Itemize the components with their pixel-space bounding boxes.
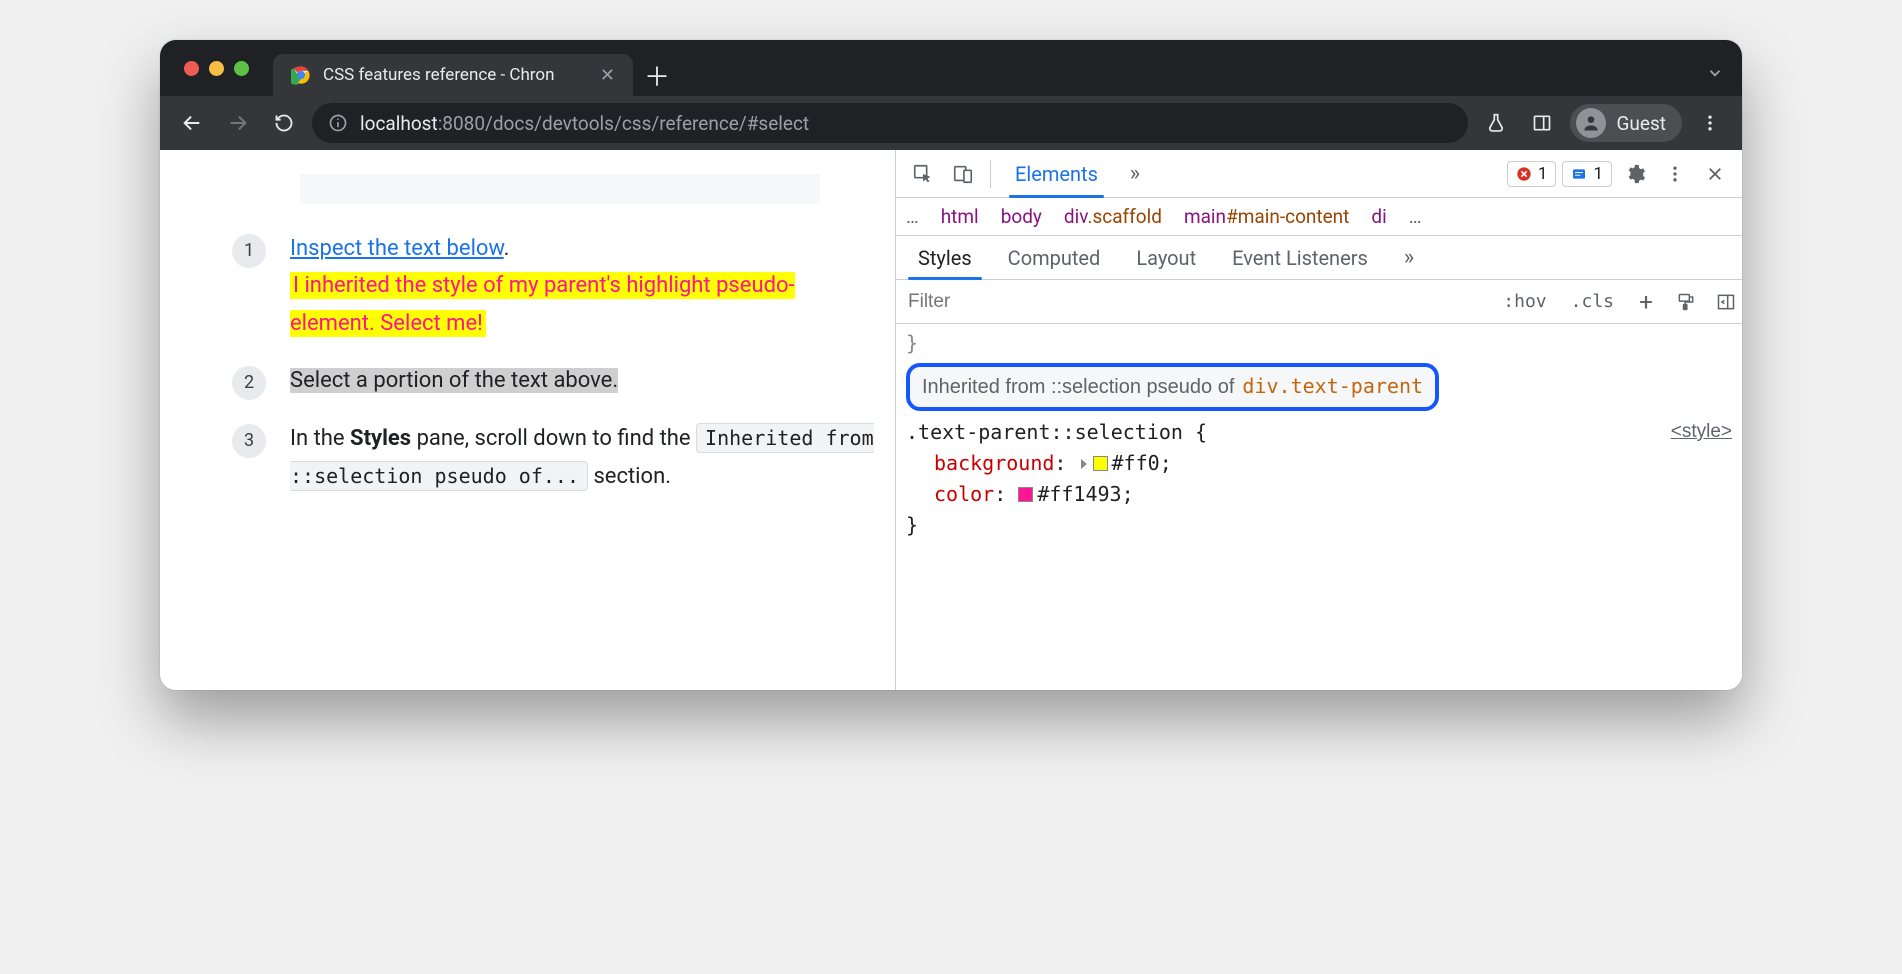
new-tab-button[interactable]: ＋ xyxy=(639,57,675,93)
step-number: 2 xyxy=(232,366,266,400)
styles-pane: } Inherited from ::selection pseudo of d… xyxy=(896,324,1742,690)
chrome-favicon-icon xyxy=(291,65,311,85)
declaration[interactable]: background: #ff0; xyxy=(906,448,1732,479)
property-value: #ff0 xyxy=(1112,451,1160,475)
devtools-menu-icon[interactable] xyxy=(1658,157,1692,191)
styles-subtabs: Styles Computed Layout Event Listeners » xyxy=(896,236,1742,280)
color-swatch[interactable] xyxy=(1018,487,1033,502)
source-link[interactable]: <style> xyxy=(1671,417,1732,446)
reload-button[interactable] xyxy=(266,105,302,141)
list-item: 2 Select a portion of the text above. xyxy=(232,362,877,400)
settings-icon[interactable] xyxy=(1618,157,1652,191)
toggle-sidebar-icon[interactable] xyxy=(1710,286,1742,318)
more-subtabs-icon[interactable]: » xyxy=(1388,236,1430,280)
info-count: 1 xyxy=(1593,164,1603,184)
device-toggle-icon[interactable] xyxy=(946,157,980,191)
step-body: Inspect the text below. I inherited the … xyxy=(290,230,877,342)
declaration[interactable]: color: #ff1493; xyxy=(906,479,1732,510)
browser-tab[interactable]: CSS features reference - Chron ✕ xyxy=(273,54,633,96)
rule-selector[interactable]: .text-parent::selection { xyxy=(906,417,1732,448)
subtab-computed[interactable]: Computed xyxy=(992,236,1117,280)
error-icon xyxy=(1516,166,1532,182)
highlighted-text[interactable]: I inherited the style of my parent's hig… xyxy=(290,272,795,336)
filter-input[interactable] xyxy=(908,291,1487,313)
browser-menu-icon[interactable] xyxy=(1692,105,1728,141)
breadcrumb-ellipsis[interactable]: … xyxy=(1409,205,1422,228)
color-swatch[interactable] xyxy=(1093,456,1108,471)
breadcrumb-ellipsis[interactable]: … xyxy=(906,205,919,228)
breadcrumb-item[interactable]: html xyxy=(941,205,979,228)
info-icon xyxy=(1571,166,1587,182)
avatar-icon xyxy=(1576,108,1606,138)
tabs-chevron-icon[interactable] xyxy=(1706,64,1724,82)
info-badge[interactable]: 1 xyxy=(1562,161,1612,187)
content-box xyxy=(300,174,820,204)
step-number: 3 xyxy=(232,424,266,458)
forward-button[interactable] xyxy=(220,105,256,141)
more-tabs-icon[interactable]: » xyxy=(1118,157,1152,191)
breadcrumb-item[interactable]: body xyxy=(1001,205,1042,228)
inherited-from-header[interactable]: Inherited from ::selection pseudo of div… xyxy=(906,363,1439,411)
list-item: 3 In the Styles pane, scroll down to fin… xyxy=(232,420,877,495)
window-controls xyxy=(172,40,273,96)
inspect-element-icon[interactable] xyxy=(906,157,940,191)
breadcrumb-item[interactable]: main#main-content xyxy=(1184,205,1349,228)
property-name: color xyxy=(934,482,994,506)
inherit-label: Inherited from ::selection pseudo of xyxy=(922,372,1234,403)
steps-list: 1 Inspect the text below. I inherited th… xyxy=(232,230,877,495)
new-style-rule-icon[interactable]: + xyxy=(1630,286,1662,318)
profile-chip[interactable]: Guest xyxy=(1570,104,1682,142)
browser-window: CSS features reference - Chron ✕ ＋ local… xyxy=(160,40,1742,690)
paint-icon[interactable] xyxy=(1670,286,1702,318)
close-devtools-icon[interactable] xyxy=(1698,157,1732,191)
tab-title: CSS features reference - Chron xyxy=(323,65,554,85)
dom-breadcrumb[interactable]: … html body div.scaffold main#main-conte… xyxy=(896,198,1742,236)
profile-label: Guest xyxy=(1616,112,1666,135)
hov-toggle[interactable]: :hov xyxy=(1495,291,1554,312)
step2-text: Select a portion of the text above. xyxy=(290,368,618,393)
webpage-content: 1 Inspect the text below. I inherited th… xyxy=(160,150,895,690)
error-count: 1 xyxy=(1538,164,1548,184)
url-text: localhost:8080/docs/devtools/css/referen… xyxy=(360,112,809,135)
panel-icon[interactable] xyxy=(1524,105,1560,141)
site-info-icon[interactable] xyxy=(328,113,348,133)
subtab-layout[interactable]: Layout xyxy=(1120,236,1212,280)
list-item: 1 Inspect the text below. I inherited th… xyxy=(232,230,877,342)
closing-brace: } xyxy=(906,510,1732,541)
inherit-selector[interactable]: div.text-parent xyxy=(1242,371,1423,402)
step-body: Select a portion of the text above. xyxy=(290,362,877,400)
property-value: #ff1493 xyxy=(1037,482,1121,506)
breadcrumb-item[interactable]: di xyxy=(1371,205,1386,228)
maximize-window-button[interactable] xyxy=(234,61,249,76)
browser-toolbar: localhost:8080/docs/devtools/css/referen… xyxy=(160,96,1742,150)
back-button[interactable] xyxy=(174,105,210,141)
breadcrumb-item[interactable]: div.scaffold xyxy=(1064,205,1162,228)
minimize-window-button[interactable] xyxy=(209,61,224,76)
devtools-panel: Elements » 1 1 xyxy=(895,150,1742,690)
css-rule: <style> .text-parent::selection { backgr… xyxy=(906,417,1732,541)
close-window-button[interactable] xyxy=(184,61,199,76)
step-number: 1 xyxy=(232,234,266,268)
close-tab-icon[interactable]: ✕ xyxy=(600,65,615,86)
subtab-styles[interactable]: Styles xyxy=(902,236,988,280)
devtools-toolbar: Elements » 1 1 xyxy=(896,150,1742,198)
error-badge[interactable]: 1 xyxy=(1507,161,1557,187)
subtab-event-listeners[interactable]: Event Listeners xyxy=(1216,236,1384,280)
cls-toggle[interactable]: .cls xyxy=(1563,291,1622,312)
inspect-link[interactable]: Inspect the text below xyxy=(290,236,504,261)
labs-icon[interactable] xyxy=(1478,105,1514,141)
styles-bold: Styles xyxy=(350,426,411,451)
divider xyxy=(990,160,991,188)
property-name: background xyxy=(934,451,1054,475)
styles-filter-row: :hov .cls + xyxy=(896,280,1742,324)
step-body: In the Styles pane, scroll down to find … xyxy=(290,420,877,495)
content-area: 1 Inspect the text below. I inherited th… xyxy=(160,150,1742,690)
closing-brace: } xyxy=(906,328,1732,359)
tab-elements[interactable]: Elements xyxy=(1001,150,1112,198)
tab-strip: CSS features reference - Chron ✕ ＋ xyxy=(160,40,1742,96)
address-bar[interactable]: localhost:8080/docs/devtools/css/referen… xyxy=(312,103,1468,143)
expand-icon[interactable] xyxy=(1081,459,1087,469)
